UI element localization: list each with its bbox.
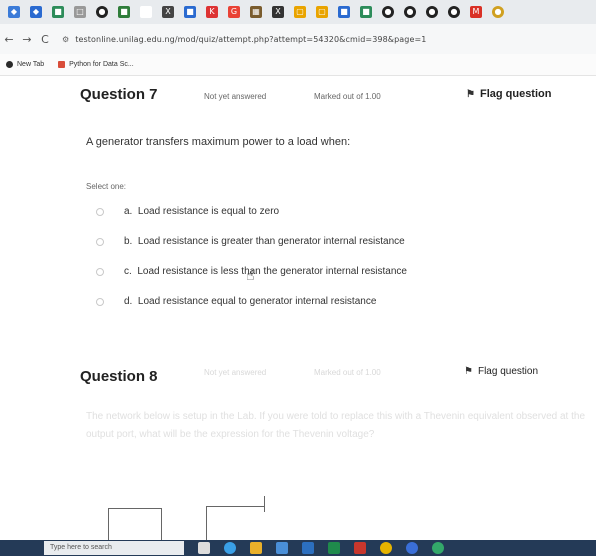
tab-favicon-icon[interactable]: X (162, 6, 174, 18)
forward-icon[interactable]: → (18, 33, 36, 46)
bookmark-label: Python for Data Sc... (69, 61, 134, 68)
task-view-icon[interactable] (198, 542, 210, 554)
hand-cursor-icon: ☝ (246, 268, 255, 284)
mail-icon[interactable] (302, 542, 314, 554)
flag-label: Flag question (477, 366, 539, 377)
address-bar: ← → C ⚙ testonline.unilag.edu.ng/mod/qui… (0, 24, 596, 54)
question-7-flag-button[interactable]: ⚑ Flag question (466, 88, 551, 100)
file-explorer-icon[interactable] (250, 542, 262, 554)
option-letter: c. (124, 266, 132, 277)
option-text: Load resistance is equal to zero (137, 206, 280, 217)
bookmark-label: New Tab (17, 61, 45, 68)
tab-favicon-icon[interactable]: ◆ (30, 6, 42, 18)
option-c-radio[interactable] (96, 267, 104, 276)
url-text: testonline.unilag.edu.ng/mod/quiz/attemp… (75, 34, 427, 44)
chrome-icon[interactable] (380, 542, 392, 554)
option-text: Load resistance is greater than generato… (137, 236, 405, 247)
answer-option-d[interactable]: d. Load resistance equal to generator in… (96, 296, 376, 307)
option-letter: a. (124, 206, 133, 217)
answer-option-a[interactable]: a. Load resistance is equal to zero (96, 206, 279, 217)
circuit-wire (206, 506, 264, 507)
question-7-title: Question 7 (80, 86, 158, 103)
tab-favicon-icon[interactable]: ■ (338, 6, 350, 18)
answer-option-b[interactable]: b. Load resistance is greater than gener… (96, 236, 405, 247)
tab-favicon-icon[interactable]: ◆ (8, 6, 20, 18)
tab-favicon-icon[interactable]: ● (492, 6, 504, 18)
new-tab-icon (6, 61, 13, 68)
option-letter: d. (124, 296, 133, 307)
bookmark-new-tab[interactable]: New Tab (6, 61, 44, 68)
excel-icon[interactable] (328, 542, 340, 554)
quiz-page: Question 7 Not yet answered Marked out o… (0, 76, 596, 550)
app-icon[interactable] (432, 542, 444, 554)
tab-spacer (140, 6, 152, 18)
browser-tab-strip: ◆ ◆ ■ □ ● ■ X ■ K G ▦ X ▢ ▢ ■ ■ ● ● ● ● … (0, 0, 596, 24)
store-icon[interactable] (276, 542, 288, 554)
question-8-title: Question 8 (80, 368, 158, 385)
tab-favicon-icon[interactable]: ● (404, 6, 416, 18)
gmail-icon[interactable]: M (470, 6, 482, 18)
option-b-radio[interactable] (96, 237, 104, 246)
option-text: Load resistance equal to generator inter… (137, 296, 377, 307)
tab-favicon-icon[interactable]: ▦ (250, 6, 262, 18)
flag-icon: ⚑ (464, 366, 473, 377)
tab-favicon-icon[interactable]: X (272, 6, 284, 18)
option-letter: b. (124, 236, 133, 247)
url-field[interactable]: ⚙ testonline.unilag.edu.ng/mod/quiz/atte… (62, 29, 596, 49)
question-8-marks: Marked out of 1.00 (314, 368, 381, 377)
question-8-status: Not yet answered (204, 368, 267, 377)
select-one-label: Select one: (86, 182, 127, 191)
app-icon[interactable] (406, 542, 418, 554)
bookmarks-bar: New Tab Python for Data Sc... (0, 54, 596, 76)
question-7-text: A generator transfers maximum power to a… (86, 136, 351, 148)
flag-icon: ⚑ (466, 88, 475, 100)
question-8-flag-button[interactable]: ⚑ Flag question (464, 366, 538, 377)
taskbar: Type here to search (0, 540, 596, 556)
option-text: Load resistance is less than the generat… (137, 266, 407, 277)
edge-icon[interactable] (224, 542, 236, 554)
question-7-header: Question 7 (80, 86, 158, 103)
bookmark-favicon-icon (58, 61, 66, 68)
option-d-radio[interactable] (96, 297, 104, 306)
tab-favicon-icon[interactable]: ● (426, 6, 438, 18)
tab-favicon-icon[interactable]: □ (74, 6, 86, 18)
tab-favicon-icon[interactable]: ● (96, 6, 108, 18)
reload-icon[interactable]: C (36, 33, 54, 46)
tab-favicon-icon[interactable]: ● (382, 6, 394, 18)
question-7-status: Not yet answered (204, 92, 267, 101)
tab-favicon-icon[interactable]: K (206, 6, 218, 18)
tab-favicon-icon[interactable]: ▢ (316, 6, 328, 18)
question-8-text: The network below is setup in the Lab. I… (86, 411, 585, 440)
bookmark-python-for-data-science[interactable]: Python for Data Sc... (58, 61, 134, 68)
question-7-marks: Marked out of 1.00 (314, 92, 381, 101)
tab-favicon-icon[interactable]: ■ (184, 6, 196, 18)
app-icon[interactable] (354, 542, 366, 554)
google-icon[interactable]: G (228, 6, 240, 18)
site-info-icon[interactable]: ⚙ (62, 35, 69, 44)
tab-favicon-icon[interactable]: ● (448, 6, 460, 18)
tab-favicon-icon[interactable]: ■ (52, 6, 64, 18)
tab-favicon-icon[interactable]: ▢ (294, 6, 306, 18)
back-icon[interactable]: ← (0, 33, 18, 46)
circuit-wire (264, 496, 265, 512)
flag-label: Flag question (479, 88, 552, 100)
tab-favicon-icon[interactable]: ■ (360, 6, 372, 18)
option-a-radio[interactable] (96, 207, 104, 216)
taskbar-search-input[interactable]: Type here to search (44, 541, 184, 555)
tab-favicon-icon[interactable]: ■ (118, 6, 130, 18)
